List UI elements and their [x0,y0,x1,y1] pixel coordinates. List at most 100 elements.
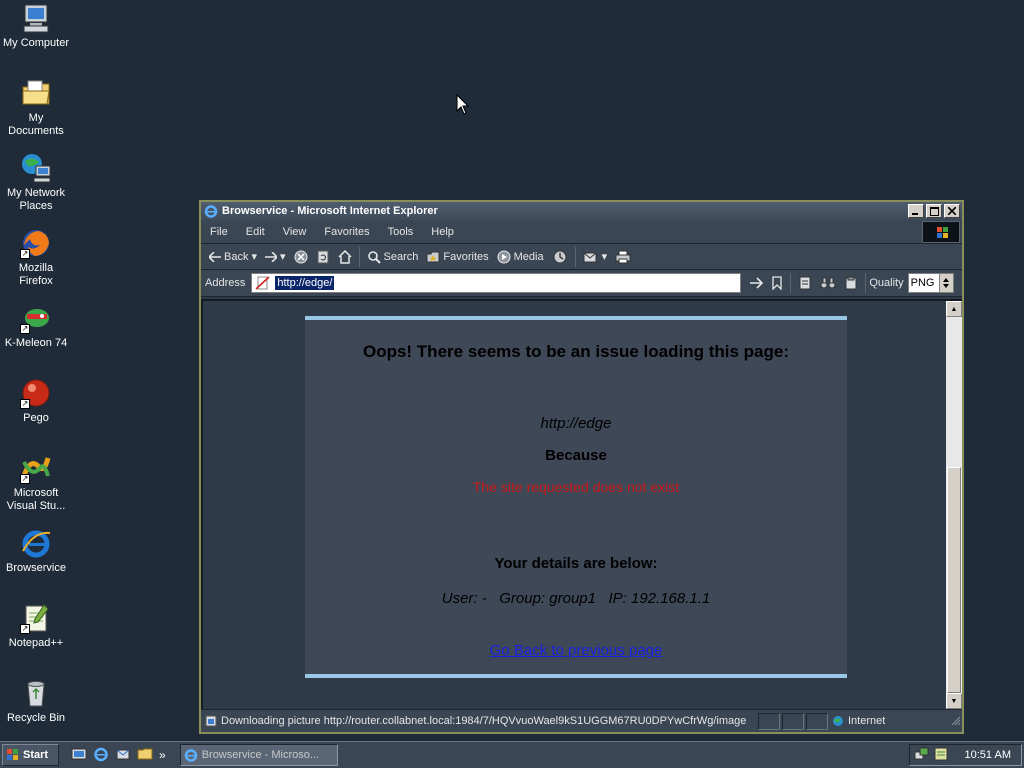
history-button[interactable] [548,250,572,264]
chevron-more-icon[interactable]: » [159,748,166,762]
error-panel: Oops! There seems to be an issue loading… [305,316,847,678]
history-icon [553,250,567,263]
my-computer-icon [20,2,52,34]
desktop-icon-notepad[interactable]: ↗ Notepad++ [0,602,72,650]
desktop-icon-label: My Network Places [6,187,66,212]
shortcut-arrow-icon: ↗ [20,324,30,334]
desktop-icon-label: Notepad++ [8,637,64,649]
status-bar: Downloading picture http://router.collab… [201,709,962,732]
desktop-icon-network[interactable]: My Network Places [0,152,72,213]
folder-icon[interactable] [137,746,153,765]
address-input[interactable]: http://edge/ [251,273,742,293]
menu-favorites[interactable]: Favorites [315,226,378,238]
desktop-icon-label: K-Meleon 74 [4,337,68,349]
back-label: Back [224,250,249,263]
search-icon [367,250,381,264]
desktop-icon-label: Browservice [6,562,66,574]
forward-button[interactable]: ▾ [261,250,290,263]
security-zone: Internet [828,715,885,727]
open-page-button[interactable] [794,276,816,290]
media-icon [497,250,511,263]
shortcut-arrow-icon: ↗ [20,624,30,634]
close-button[interactable] [944,204,960,218]
internet-explorer-icon [20,527,52,559]
desktop-icon-pego[interactable]: ↗ Pego [0,377,72,425]
menu-view[interactable]: View [274,226,316,238]
start-button[interactable]: Start [2,744,59,766]
notepad-icon: ↗ [20,602,52,634]
refresh-button[interactable] [312,250,334,264]
menu-file[interactable]: File [201,226,237,238]
back-button[interactable]: Back ▾ [205,250,261,263]
clock[interactable]: 10:51 AM [965,749,1011,761]
desktop-icon-firefox[interactable]: ↗ Mozilla Firefox [0,227,72,288]
desktop-icon-label: Microsoft Visual Stu... [6,487,66,512]
desktop-icon-k-meleon[interactable]: ↗ K-Meleon 74 [0,302,72,350]
find-button[interactable] [816,276,840,290]
shortcut-arrow-icon: ↗ [20,399,30,409]
status-cell [806,712,828,730]
show-desktop-icon[interactable] [71,746,87,765]
resize-grip-icon[interactable] [949,714,961,729]
shortcut-arrow-icon: ↗ [20,474,30,484]
dropdown-arrow-icon[interactable]: ▾ [602,250,608,263]
clipboard-button[interactable] [840,276,862,290]
maximize-button[interactable] [926,204,942,218]
pego-icon: ↗ [20,377,52,409]
recycle-bin-icon [20,677,52,709]
spinner-arrows-icon[interactable] [938,274,953,292]
scroll-thumb[interactable] [947,467,961,693]
desktop-icon-browservice[interactable]: Browservice [0,527,72,575]
internet-explorer-icon[interactable] [93,746,109,765]
status-cell [782,712,804,730]
dropdown-arrow-icon[interactable]: ▾ [251,250,257,263]
media-button[interactable]: Media [493,250,548,264]
go-back-link[interactable]: Go Back to previous page [490,642,663,659]
print-button[interactable] [611,250,635,264]
home-icon [338,249,352,264]
search-button[interactable]: Search [363,250,423,264]
close-icon [948,207,956,215]
refresh-icon [317,250,329,263]
toolbar-separator [865,273,867,293]
network-tray-icon[interactable] [914,746,930,765]
dropdown-arrow-icon[interactable]: ▾ [280,250,286,263]
error-reason: The site requested does not exist [472,479,680,495]
because-label: Because [545,447,607,464]
globe-icon [833,716,843,726]
print-icon [615,250,631,263]
favorites-button[interactable]: Favorites [422,250,492,264]
home-button[interactable] [334,249,356,264]
status-cell [758,712,780,730]
address-label: Address [205,277,246,289]
scroll-down-arrow-icon[interactable]: ▼ [946,693,962,709]
outlook-express-icon[interactable] [115,746,131,765]
mail-button[interactable]: ▾ [579,250,612,264]
vertical-scrollbar[interactable]: ▲ ▼ [946,301,962,709]
windows-logo-icon [7,749,18,760]
app-tray-icon[interactable] [933,746,949,765]
binoculars-icon [820,277,836,289]
scroll-up-arrow-icon[interactable]: ▲ [946,301,962,317]
status-text: Downloading picture http://router.collab… [221,715,747,727]
menu-bar: File Edit View Favorites Tools Help [201,220,962,244]
menu-tools[interactable]: Tools [379,226,423,238]
desktop-icon-visual-studio[interactable]: ↗ Microsoft Visual Stu... [0,452,72,513]
go-button[interactable] [745,277,767,289]
favorites-label: Favorites [443,250,489,263]
window-titlebar[interactable]: Browservice - Microsoft Internet Explore… [201,202,962,220]
desktop-icon-my-documents[interactable]: My Documents [0,77,72,138]
desktop-icon-label: Pego [23,412,49,424]
menu-edit[interactable]: Edit [237,226,274,238]
back-arrow-icon [209,251,221,262]
stop-button[interactable] [290,250,312,264]
menu-help[interactable]: Help [422,226,463,238]
desktop-icon-my-computer[interactable]: My Computer [0,2,72,50]
forward-arrow-icon [265,251,277,262]
internet-explorer-icon [184,749,197,762]
bookmark-button[interactable] [767,276,787,290]
taskbar-browservice-button[interactable]: Browservice - Microso... [179,744,338,766]
desktop-icon-recycle-bin[interactable]: Recycle Bin [0,677,72,725]
quality-select[interactable]: PNG [907,273,954,293]
minimize-button[interactable] [908,204,924,218]
